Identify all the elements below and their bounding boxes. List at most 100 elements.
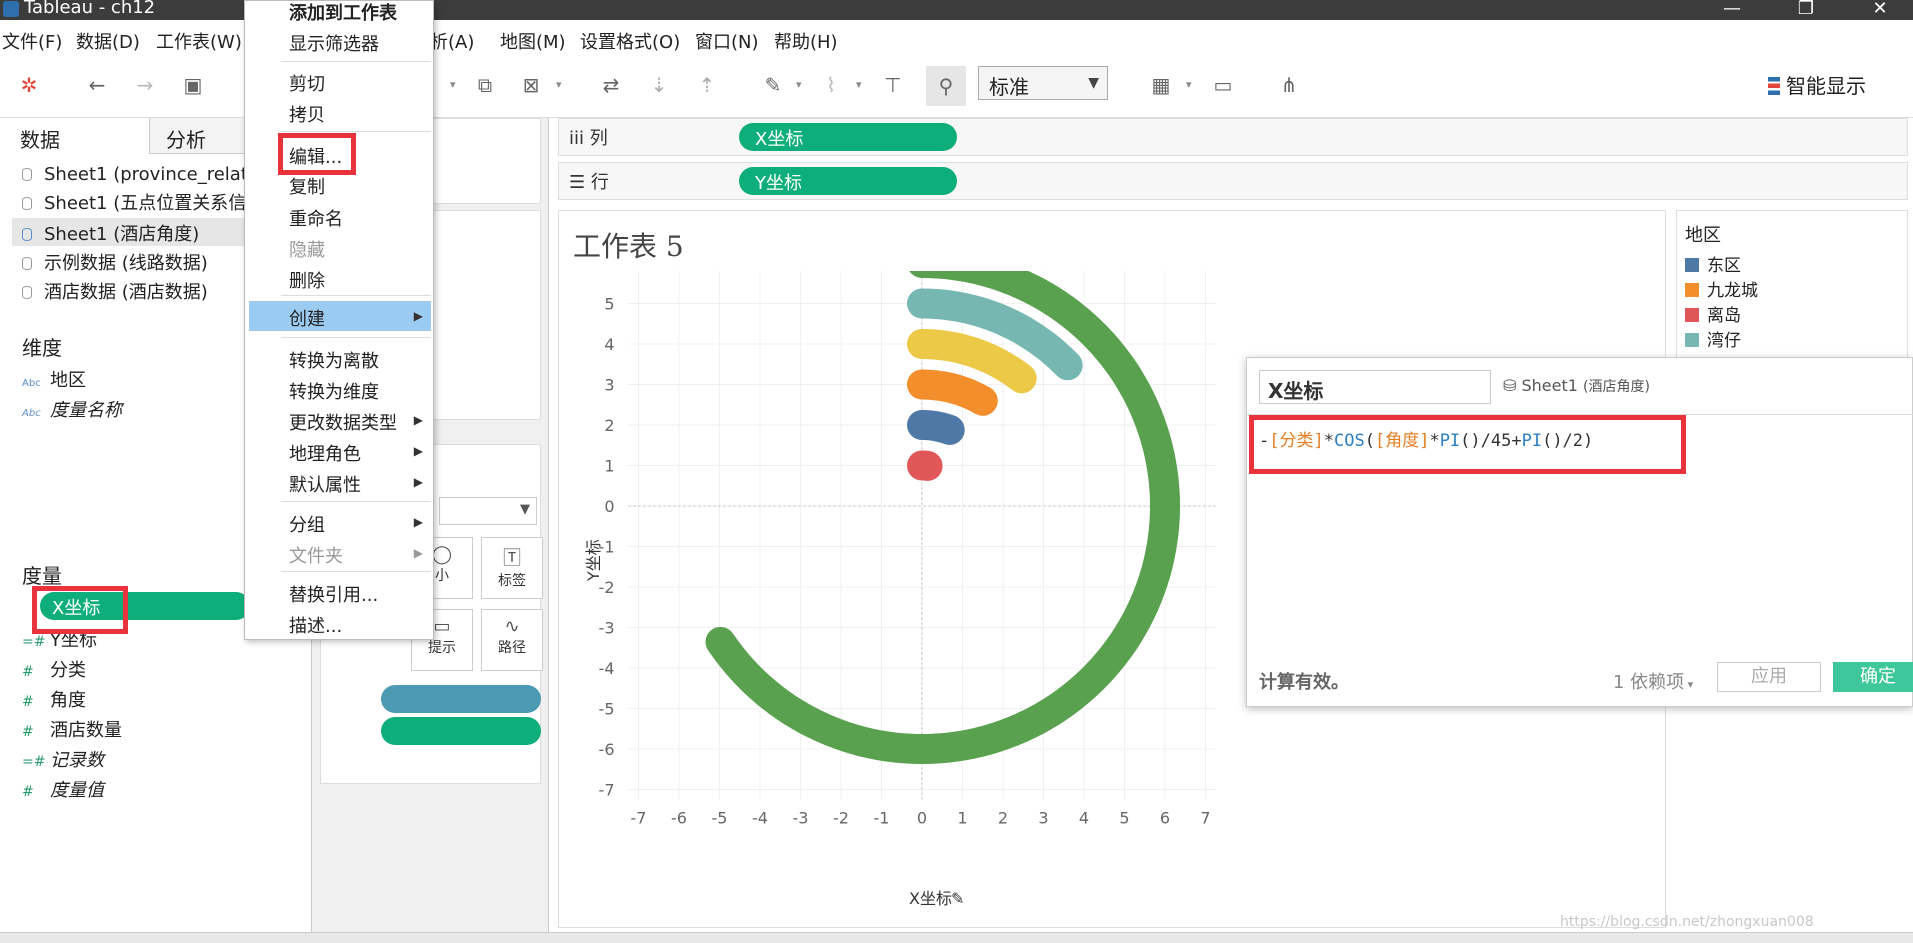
menu-duplicate[interactable]: 复制 xyxy=(289,173,325,199)
menu-format[interactable]: 设置格式(O) xyxy=(580,28,680,54)
menu-hover-highlight xyxy=(249,301,431,331)
calc-name-input[interactable]: X坐标 xyxy=(1259,370,1491,404)
menu-default-properties[interactable]: 默认属性 xyxy=(289,471,361,497)
menu-replace-references[interactable]: 替换引用... xyxy=(289,581,378,607)
apply-button[interactable]: 应用 xyxy=(1717,662,1821,692)
menu-describe[interactable]: 描述... xyxy=(289,612,342,638)
save-icon[interactable]: ▣ xyxy=(178,70,208,100)
data-source-item[interactable]: Sheet1 (province_relati xyxy=(22,164,253,185)
x-tick-label: 1 xyxy=(957,809,967,828)
share-icon[interactable]: ⋔ xyxy=(1274,70,1304,100)
y-axis-label[interactable]: Y坐标 xyxy=(584,539,603,582)
menu-convert-discrete[interactable]: 转换为离散 xyxy=(289,347,379,373)
menu-help[interactable]: 帮助(H) xyxy=(774,28,838,54)
rows-pill-y[interactable]: Y坐标 xyxy=(739,167,957,195)
dropdown-arrow-icon[interactable]: ▾ xyxy=(796,74,806,96)
redo-icon[interactable]: → xyxy=(130,70,160,100)
dropdown-arrow-icon[interactable]: ▾ xyxy=(856,74,866,96)
menu-file[interactable]: 文件(F) xyxy=(2,28,62,54)
highlight-icon[interactable]: ✎ xyxy=(758,70,788,100)
view-mode-select[interactable]: 标准 ▼ xyxy=(978,66,1108,100)
menu-convert-dimension[interactable]: 转换为维度 xyxy=(289,378,379,404)
dimension-field[interactable]: Abc 地区 xyxy=(22,366,86,392)
dropdown-arrow-icon[interactable]: ▾ xyxy=(1186,74,1196,96)
menu-change-data-type[interactable]: 更改数据类型 xyxy=(289,409,397,435)
columns-icon: iii xyxy=(569,128,590,149)
tab-data[interactable]: 数据 xyxy=(0,118,150,154)
rows-shelf[interactable]: ☰ 行 Y坐标 xyxy=(558,162,1908,200)
show-mark-labels-icon[interactable]: ⊤ xyxy=(878,70,908,100)
sort-ascending-icon[interactable]: ⇣ xyxy=(644,70,674,100)
calc-measure-icon: =# xyxy=(22,754,46,770)
color-field-pill[interactable] xyxy=(381,685,541,713)
close-button[interactable]: ✕ xyxy=(1860,0,1900,20)
legend-item[interactable]: 离岛 xyxy=(1685,301,1741,326)
columns-shelf[interactable]: iii 列 X坐标 xyxy=(558,118,1908,156)
measure-field[interactable]: # 角度 xyxy=(22,686,86,712)
sheet-tabs-bar xyxy=(0,932,1913,943)
columns-pill-x[interactable]: X坐标 xyxy=(739,123,957,151)
data-source-item[interactable]: 酒店数据 (酒店数据) xyxy=(22,278,208,304)
undo-icon[interactable]: ← xyxy=(82,70,112,100)
presentation-mode-icon[interactable]: ▭ xyxy=(1208,70,1238,100)
menu-hide[interactable]: 隐藏 xyxy=(289,236,325,262)
tableau-home-icon[interactable]: ✲ xyxy=(14,70,44,100)
restore-button[interactable]: ❐ xyxy=(1786,0,1826,20)
swap-rows-columns-icon[interactable]: ⇄ xyxy=(596,70,626,100)
measure-field[interactable]: # 酒店数量 xyxy=(22,716,122,742)
dependents-dropdown[interactable]: 1 依赖项 ▾ xyxy=(1613,668,1693,694)
menu-create[interactable]: 创建 xyxy=(289,305,325,331)
x-tick-label: -5 xyxy=(712,809,728,828)
legend-item[interactable]: 湾仔 xyxy=(1685,326,1741,351)
size-field-pill[interactable] xyxy=(381,717,541,745)
x-tick-label: -4 xyxy=(752,809,768,828)
x-axis-label[interactable]: X坐标 xyxy=(909,889,952,908)
minimize-button[interactable]: — xyxy=(1712,0,1752,20)
sort-descending-icon[interactable]: ⇡ xyxy=(692,70,722,100)
menu-rename[interactable]: 重命名 xyxy=(289,205,343,231)
menu-geographic-role[interactable]: 地理角色 xyxy=(289,440,361,466)
field-label: 度量名称 xyxy=(50,400,122,421)
legend-swatch xyxy=(1685,308,1699,322)
menu-cut[interactable]: 剪切 xyxy=(289,70,325,96)
group-members-icon[interactable]: ⌇ xyxy=(816,70,846,100)
data-source-item[interactable]: Sheet1 (酒店角度) xyxy=(22,220,199,246)
menu-separator xyxy=(281,337,431,338)
clear-sheet-icon[interactable]: ⊠ xyxy=(516,70,546,100)
ok-button[interactable]: 确定 xyxy=(1833,662,1913,692)
smart-show-button[interactable]: 智能显示 xyxy=(1768,70,1866,99)
show-cards-icon[interactable]: ▦ xyxy=(1146,70,1176,100)
path-button[interactable]: ∿ 路径 xyxy=(481,609,543,671)
measure-field[interactable]: =# 记录数 xyxy=(22,746,104,772)
menu-worksheet[interactable]: 工作表(W) xyxy=(156,28,242,54)
legend-item[interactable]: 东区 xyxy=(1685,251,1741,276)
menu-map[interactable]: 地图(M) xyxy=(500,28,566,54)
dropdown-arrow-icon[interactable]: ▾ xyxy=(556,74,566,96)
menu-window[interactable]: 窗口(N) xyxy=(695,28,759,54)
data-source-item[interactable]: Sheet1 (五点位置关系信 xyxy=(22,189,246,215)
menu-show-filter[interactable]: 显示筛选器 xyxy=(289,30,379,56)
data-source-item[interactable]: 示例数据 (线路数据) xyxy=(22,249,208,275)
menu-add-to-sheet[interactable]: 添加到工作表 xyxy=(289,0,397,25)
calc-status: 计算有效。 xyxy=(1259,672,1349,693)
database-icon xyxy=(22,286,32,299)
menu-folder[interactable]: 文件夹 xyxy=(289,542,343,568)
database-icon xyxy=(22,168,32,181)
measure-field[interactable]: # 分类 xyxy=(22,656,86,682)
duplicate-sheet-icon[interactable]: ⧉ xyxy=(470,70,500,100)
menu-data[interactable]: 数据(D) xyxy=(76,28,140,54)
menu-copy[interactable]: 拷贝 xyxy=(289,101,325,127)
y-tick-label: 3 xyxy=(604,376,614,395)
menu-group[interactable]: 分组 xyxy=(289,511,325,537)
mark-type-select[interactable]: ▼ xyxy=(439,497,537,525)
menu-delete[interactable]: 删除 xyxy=(289,267,325,293)
label-button[interactable]: 🅃 标签 xyxy=(481,537,543,599)
y-tick-label: 2 xyxy=(604,416,614,435)
columns-shelf-label: iii 列 xyxy=(569,124,608,150)
dimension-field[interactable]: Abc 度量名称 xyxy=(22,396,122,422)
tableau-logo-icon xyxy=(3,1,19,17)
fix-axes-icon[interactable]: ⚲ xyxy=(926,66,966,106)
measure-field[interactable]: # 度量值 xyxy=(22,776,104,802)
legend-item[interactable]: 九龙城 xyxy=(1685,276,1758,301)
dropdown-arrow-icon[interactable]: ▾ xyxy=(450,74,460,96)
